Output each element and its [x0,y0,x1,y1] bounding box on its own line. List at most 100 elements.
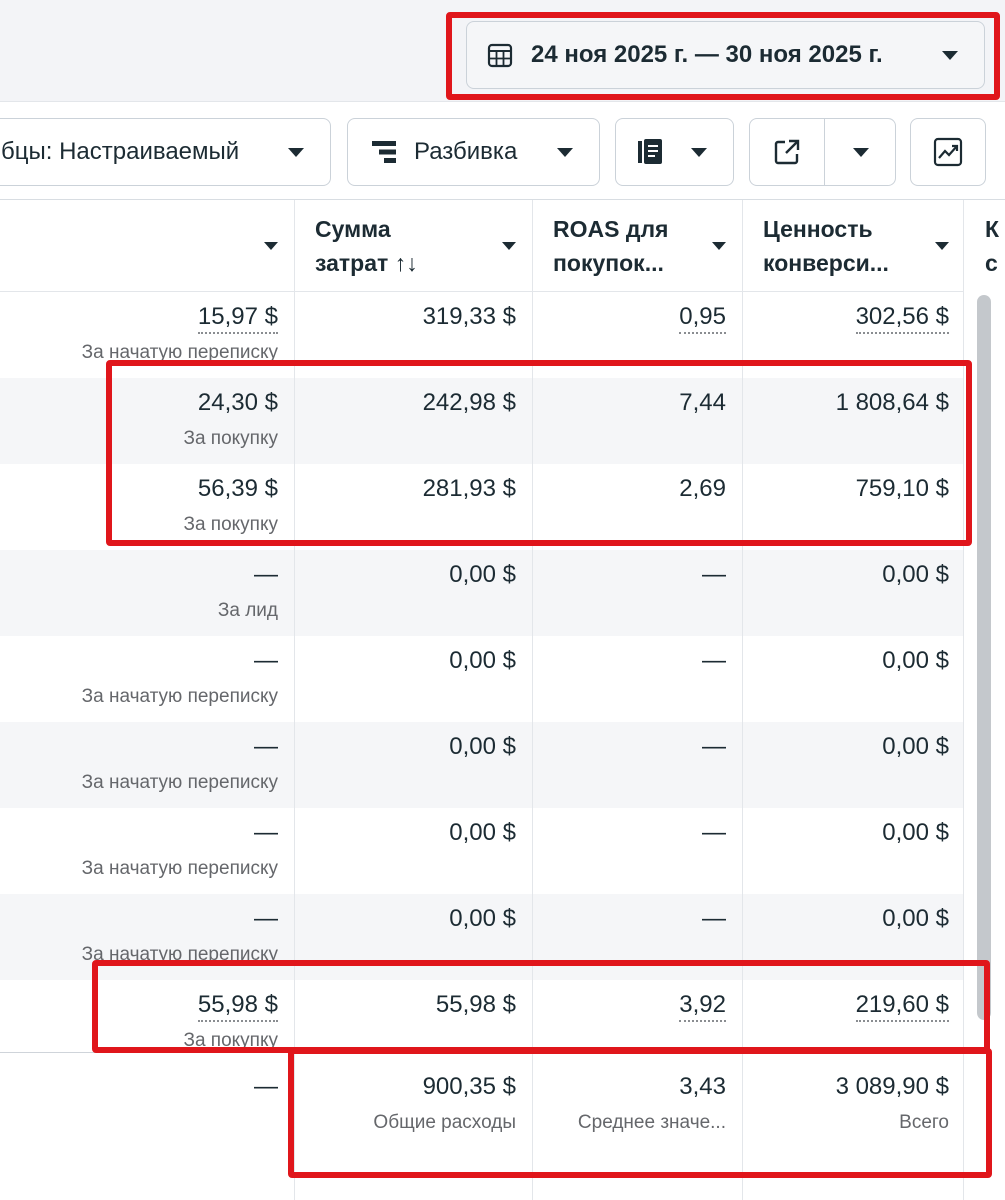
result-type-label: За покупку [183,514,278,535]
table-cell: — [532,722,742,808]
reports-button[interactable] [615,118,734,186]
chevron-down-icon[interactable] [853,148,869,157]
table-cell: — За начатую переписку [0,722,294,808]
table-row[interactable]: — За начатую переписку 0,00 $ — 0,00 $ [0,636,975,722]
date-range-label: 24 ноя 2025 г. — 30 ноя 2025 г. [531,41,883,68]
cell-value: — [702,733,726,760]
table-cell: 0,00 $ [742,808,965,894]
table-cell: — За начатую переписку [0,636,294,722]
table-cell: 0,00 $ [294,550,532,636]
column-header-label: затрат ↑↓ [315,250,418,276]
table-row[interactable]: — За лид 0,00 $ — 0,00 $ [0,550,975,636]
cell-value: — [702,905,726,932]
chevron-down-icon[interactable] [502,242,516,250]
cell-value: 0,00 $ [449,647,516,674]
table-row[interactable]: — За начатую переписку 0,00 $ — 0,00 $ [0,894,975,980]
cell-value: 7,44 [679,389,726,416]
table-cell: 281,93 $ [294,464,532,550]
table-cell: — [532,808,742,894]
cell-value: — [702,647,726,674]
table-row[interactable]: 56,39 $ За покупку 281,93 $ 2,69 759,10 $ [0,464,975,550]
cell-value: 0,00 $ [882,733,949,760]
table-cell: 302,56 $ [742,292,965,378]
chevron-down-icon [288,148,304,157]
result-type-label: За начатую переписку [81,342,278,363]
result-type-label: За покупку [183,428,278,449]
cell-value: 55,98 $ [435,991,516,1018]
cell-value: 0,00 $ [449,819,516,846]
cell-value: 0,00 $ [449,905,516,932]
date-range-picker[interactable]: 24 ноя 2025 г. — 30 ноя 2025 г. [466,21,985,89]
totals-row: — 900,35 $ Общие расходы 3,43 Среднее зн… [0,1052,975,1200]
export-icon [774,139,800,165]
column-header-label: конверси... [763,250,889,276]
cell-value: 0,00 $ [449,733,516,760]
table-cell: 24,30 $ За покупку [0,378,294,464]
export-button[interactable] [749,118,896,186]
table-row[interactable]: — За начатую переписку 0,00 $ — 0,00 $ [0,808,975,894]
cell-value: 15,97 $ [197,303,278,334]
column-header-purchase-roas[interactable]: ROAS для покупок... [532,200,742,292]
breakdown-icon [372,141,396,163]
table-cell: 2,69 [532,464,742,550]
cell-value: 759,10 $ [855,475,949,502]
cell-value: 0,00 $ [882,905,949,932]
table-cell: 56,39 $ За покупку [0,464,294,550]
column-header-cut: К с [985,212,999,280]
chart-button[interactable] [910,118,986,186]
cell-value: 0,00 $ [882,561,949,588]
cell-value: 302,56 $ [855,303,949,334]
columns-button[interactable]: бцы: Настраиваемый [0,118,331,186]
table-cell: 0,00 $ [742,636,965,722]
toolbar: бцы: Настраиваемый Разбивка [0,102,1005,200]
cell-value: 319,33 $ [422,303,516,330]
cell-value: — [254,647,278,674]
totals-cell: — [0,1053,294,1200]
cell-value: — [702,819,726,846]
result-type-label: За лид [217,600,278,621]
table-cell: — [532,550,742,636]
vertical-scrollbar[interactable] [977,295,991,1020]
cell-value: 219,60 $ [855,991,949,1022]
table-header: Сумма затрат ↑↓ ROAS для покупок... Ценн… [0,200,975,292]
result-type-label: За начатую переписку [81,944,278,965]
calendar-icon [487,43,513,68]
totals-sublabel: Общие расходы [373,1112,516,1133]
breakdown-button[interactable]: Разбивка [347,118,600,186]
totals-cell: 3,43 Среднее значе... [532,1053,742,1200]
top-bar: 24 ноя 2025 г. — 30 ноя 2025 г. [0,0,1005,102]
cell-value: 0,00 $ [882,647,949,674]
chevron-down-icon[interactable] [264,242,278,250]
table-row[interactable]: — За начатую переписку 0,00 $ — 0,00 $ [0,722,975,808]
column-header-conversion-value[interactable]: Ценность конверси... [742,200,965,292]
column-header-label: Сумма [315,216,391,242]
table-cell: — [532,894,742,980]
column-header-label: К [985,216,1000,242]
cell-value: 55,98 $ [197,991,278,1022]
table-cell: 759,10 $ [742,464,965,550]
result-type-label: За покупку [183,1030,278,1051]
cell-value: 281,93 $ [422,475,516,502]
button-divider [824,119,825,185]
column-header-label: с [985,250,998,276]
table-row[interactable]: 15,97 $ За начатую переписку 319,33 $ 0,95 3… [0,292,975,378]
table-cell: 0,00 $ [742,550,965,636]
column-header-cost-per-result[interactable] [0,200,294,292]
chevron-down-icon[interactable] [712,242,726,250]
totals-value: 3,43 [679,1073,726,1100]
table-row[interactable]: 24,30 $ За покупку 242,98 $ 7,44 1 808,64 $ [0,378,975,464]
table-cell: — За начатую переписку [0,808,294,894]
table-cell: 0,00 $ [742,722,965,808]
totals-cell: 3 089,90 $ Всего [742,1053,965,1200]
totals-value: 900,35 $ [422,1073,516,1100]
table-cell: 0,00 $ [294,808,532,894]
table-cell: — За начатую переписку [0,894,294,980]
column-header-amount-spent[interactable]: Сумма затрат ↑↓ [294,200,532,292]
cell-value: — [254,561,278,588]
totals-sublabel: Среднее значе... [577,1112,726,1133]
column-header-label: Ценность [763,216,873,242]
table-cell: 0,00 $ [294,636,532,722]
table-cell: — За лид [0,550,294,636]
cell-value: 242,98 $ [422,389,516,416]
chevron-down-icon[interactable] [935,242,949,250]
